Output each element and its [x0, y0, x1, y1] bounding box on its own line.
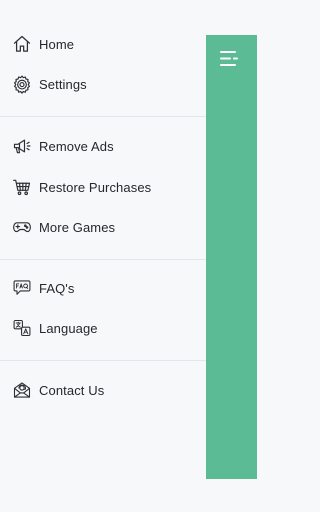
faq-chat-icon: [12, 278, 32, 298]
section-divider: [0, 360, 206, 361]
drawer-item-label: More Games: [39, 219, 116, 235]
megaphone-icon: [12, 136, 32, 156]
drawer-item-label: Remove Ads: [39, 138, 114, 154]
gamepad-icon: [12, 217, 32, 237]
drawer-item-contact-us[interactable]: Contact Us: [12, 377, 104, 403]
section-divider: [0, 259, 206, 260]
mail-contact-icon: [12, 380, 32, 400]
drawer-item-home[interactable]: Home: [12, 31, 74, 57]
drawer-item-language[interactable]: Language: [12, 315, 98, 341]
drawer-item-label: Restore Purchases: [39, 179, 152, 195]
shopping-cart-icon: [12, 177, 32, 197]
drawer-item-label: Contact Us: [39, 382, 105, 398]
drawer-item-label: Home: [39, 36, 75, 52]
settings-gear-icon: [12, 74, 32, 94]
navigation-drawer: Home Settings Remove Ads Restore Purchas…: [0, 0, 206, 512]
drawer-item-settings[interactable]: Settings: [12, 71, 87, 97]
drawer-item-faqs[interactable]: FAQ's: [12, 275, 75, 301]
drawer-item-remove-ads[interactable]: Remove Ads: [12, 133, 114, 159]
menu-button[interactable]: [218, 49, 240, 69]
main-content-panel: [206, 35, 257, 479]
drawer-item-label: FAQ's: [39, 280, 75, 296]
drawer-item-label: Settings: [39, 76, 87, 92]
menu-icon: [218, 49, 240, 69]
drawer-item-restore-purchases[interactable]: Restore Purchases: [12, 174, 151, 200]
home-icon: [12, 34, 32, 54]
drawer-item-more-games[interactable]: More Games: [12, 214, 115, 240]
drawer-item-label: Language: [39, 320, 98, 336]
section-divider: [0, 116, 206, 117]
translate-icon: [12, 318, 32, 338]
